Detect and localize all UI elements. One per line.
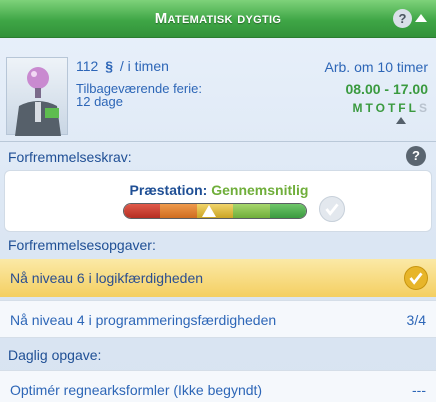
performance-marker-icon xyxy=(202,205,216,217)
work-hours: 08.00 - 17.00 xyxy=(345,81,428,97)
task-row[interactable]: Nå niveau 6 i logikfærdigheden xyxy=(0,259,436,297)
salary-info: 112 § / i timen xyxy=(76,58,169,74)
collapse-arrow-icon[interactable] xyxy=(414,11,428,25)
salary-amount: 112 xyxy=(76,58,99,74)
performance-card: Præstation: Gennemsnitlig xyxy=(4,170,432,232)
performance-value: Gennemsnitlig xyxy=(211,182,309,198)
current-day-marker-icon xyxy=(396,117,406,124)
day-friday: F xyxy=(398,101,409,115)
day-thursday: T xyxy=(387,101,399,115)
help-icon[interactable]: ? xyxy=(393,9,412,28)
salary-unit: / i timen xyxy=(119,58,169,74)
performance-key: Præstation: xyxy=(129,182,208,198)
task-label: Nå niveau 4 i programmeringsfærdigheden xyxy=(10,312,277,328)
daily-task-row[interactable]: Optimér regnearksformler (Ikke begyndt) … xyxy=(0,370,436,402)
career-title: Matematisk dygtig xyxy=(154,10,282,27)
day-sunday: S xyxy=(418,101,430,115)
career-avatar xyxy=(6,57,68,136)
performance-label: Præstation: Gennemsnitlig xyxy=(5,182,433,198)
divider xyxy=(0,141,436,142)
vacation-value: 12 dage xyxy=(76,94,123,109)
requirements-help-icon[interactable]: ? xyxy=(406,146,426,166)
tasks-label: Forfremmelsesopgaver: xyxy=(8,237,156,253)
career-panel: Matematisk dygtig ? 112 § / i timen Tilb… xyxy=(0,0,436,402)
task-label: Nå niveau 6 i logikfærdigheden xyxy=(10,270,204,286)
checkmark-icon xyxy=(319,196,345,222)
day-tuesday: T xyxy=(365,101,376,115)
vacation-info: Tilbageværende ferie: 12 dage xyxy=(76,82,202,108)
simoleon-icon: § xyxy=(105,58,114,74)
task-complete-icon xyxy=(404,266,428,290)
daily-task-label: Daglig opgave: xyxy=(8,347,102,363)
daily-task-progress: --- xyxy=(412,382,426,398)
day-wednesday: O xyxy=(375,101,388,115)
career-header: Matematisk dygtig ? xyxy=(0,0,436,38)
work-days: MTOTFLS xyxy=(352,101,430,115)
task-row[interactable]: Nå niveau 4 i programmeringsfærdigheden … xyxy=(0,300,436,338)
day-saturday: L xyxy=(408,101,419,115)
work-countdown: Arb. om 10 timer xyxy=(324,59,428,75)
task-progress: 3/4 xyxy=(406,312,426,328)
daily-task-text: Optimér regnearksformler (Ikke begyndt) xyxy=(10,382,263,398)
day-monday: M xyxy=(352,101,366,115)
requirements-label: Forfremmelseskrav: xyxy=(8,149,132,165)
